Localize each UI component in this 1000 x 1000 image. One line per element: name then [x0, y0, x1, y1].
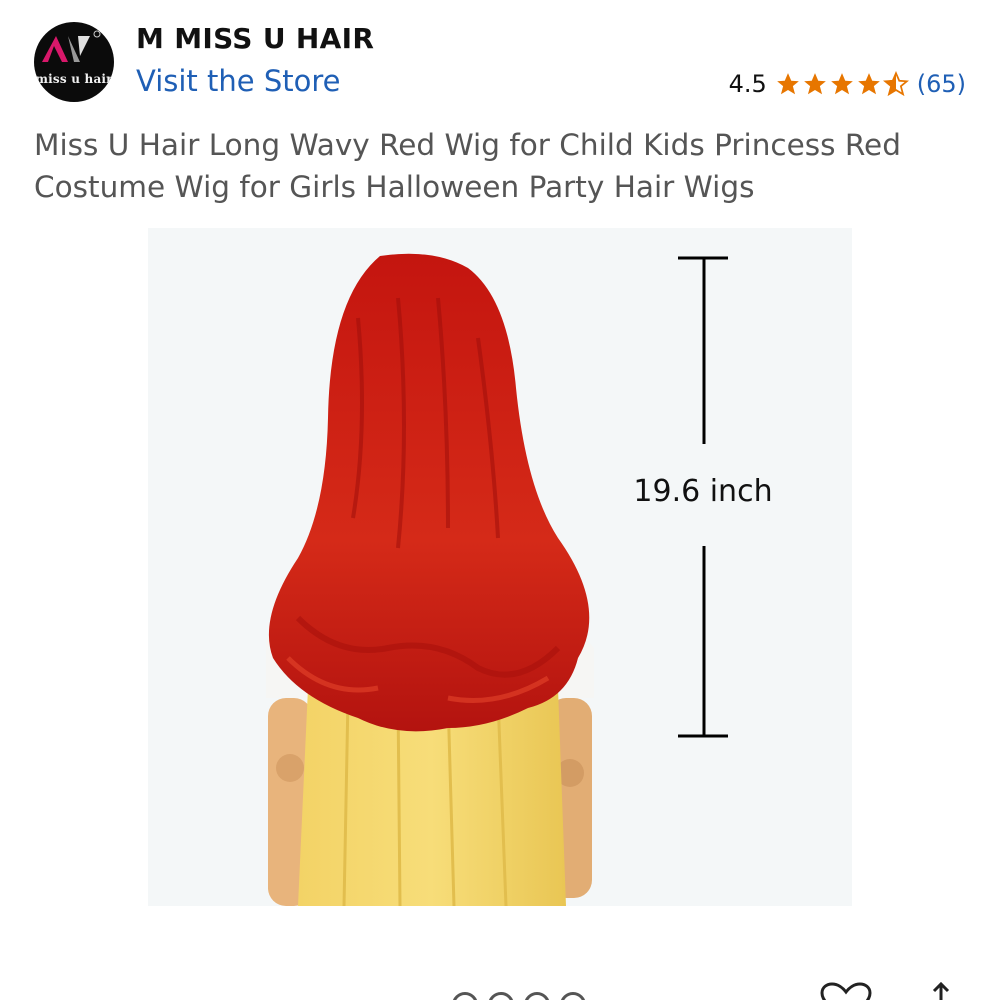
brand-logo-icon: [42, 30, 101, 62]
product-image[interactable]: 19.6 inch: [148, 228, 852, 906]
image-actions-bar: [0, 980, 1000, 1000]
image-dot[interactable]: [452, 992, 478, 1000]
star-icon: [776, 73, 799, 95]
image-dots-indicator[interactable]: [452, 992, 586, 1000]
star-icon: [803, 73, 826, 95]
rating-value: 4.5: [728, 70, 767, 98]
image-dot[interactable]: [488, 992, 514, 1000]
store-logo[interactable]: miss u hair: [34, 22, 114, 102]
heart-icon[interactable]: [818, 982, 874, 1000]
image-dot[interactable]: [560, 992, 586, 1000]
product-title: Miss U Hair Long Wavy Red Wig for Child …: [34, 128, 901, 204]
logo-text: miss u hair: [35, 72, 113, 86]
wig-illustration: [266, 253, 728, 906]
brand-name[interactable]: M MISS U HAIR: [136, 22, 374, 55]
star-icon: [830, 73, 853, 95]
rating-summary[interactable]: 4.5 (65): [729, 66, 966, 102]
image-dot[interactable]: [524, 992, 550, 1000]
visit-store-link[interactable]: Visit the Store: [136, 64, 340, 98]
star-icon: [857, 73, 880, 95]
measurement-label: 19.6 inch: [633, 474, 773, 509]
share-icon[interactable]: [926, 980, 956, 1000]
star-rating: [775, 71, 909, 97]
rating-count[interactable]: (65): [917, 70, 966, 98]
half-star-icon: [882, 71, 909, 97]
